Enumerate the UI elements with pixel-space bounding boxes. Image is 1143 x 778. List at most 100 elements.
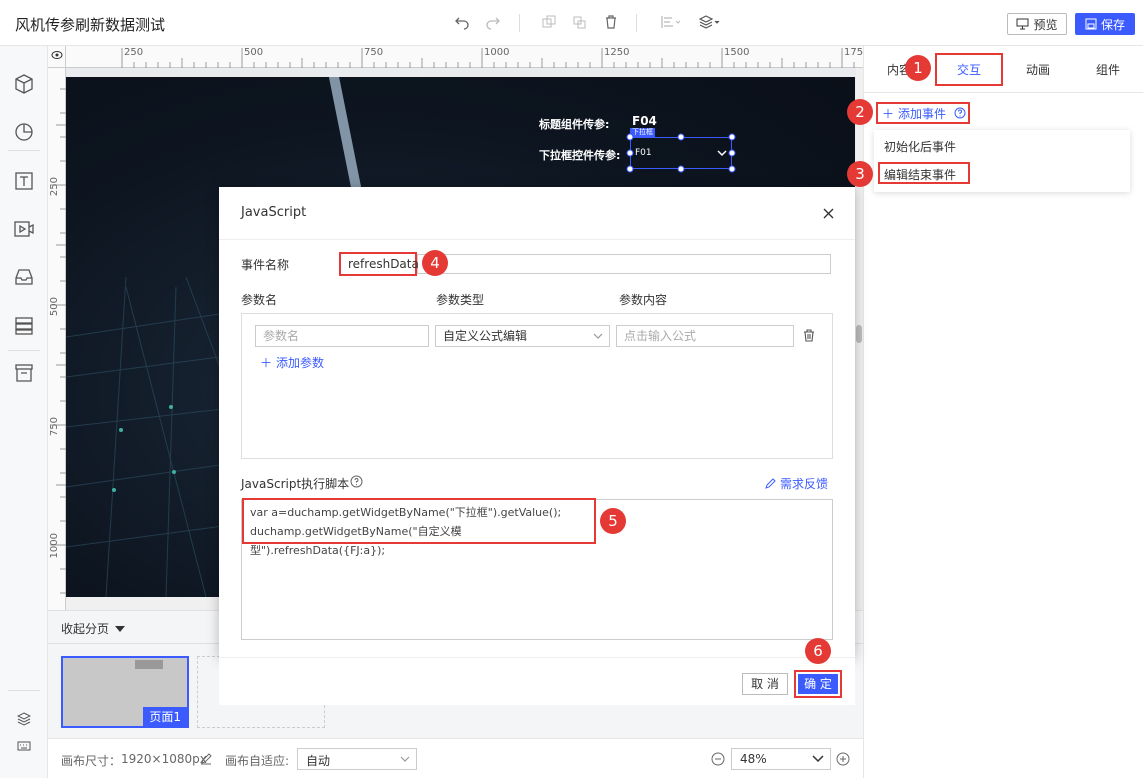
- tab-animation[interactable]: 动画: [1003, 46, 1073, 92]
- col-param-content: 参数内容: [619, 293, 668, 307]
- event-name-label: 事件名称: [241, 258, 290, 272]
- add-param-button[interactable]: ＋ 添加参数: [260, 354, 324, 371]
- zoom-in-icon[interactable]: [836, 752, 850, 766]
- redo-icon[interactable]: [484, 14, 502, 32]
- toolbar-divider: [636, 14, 637, 32]
- keyboard-icon[interactable]: [17, 740, 31, 752]
- sidebar-divider: [8, 690, 40, 691]
- server-icon[interactable]: [13, 315, 35, 337]
- chevron-down-icon: [593, 333, 603, 339]
- tab-component[interactable]: 组件: [1073, 46, 1143, 92]
- event-name-field[interactable]: [417, 254, 831, 274]
- tab-interaction[interactable]: 交互: [935, 53, 1003, 86]
- paste-icon[interactable]: [570, 14, 588, 32]
- layers-stack-icon[interactable]: [698, 14, 722, 32]
- save-button[interactable]: 保存: [1075, 13, 1135, 35]
- feedback-label: 需求反馈: [780, 477, 829, 491]
- script-code[interactable]: var a=duchamp.getWidgetByName("下拉框").get…: [242, 498, 596, 557]
- monitor-icon: [1016, 18, 1029, 30]
- ruler-tick-label: 1000: [49, 533, 60, 559]
- copy-icon[interactable]: [540, 14, 558, 32]
- title-param-value[interactable]: F04: [632, 114, 657, 128]
- callout-badge: 5: [600, 508, 626, 534]
- zoom-select[interactable]: 48%: [731, 748, 831, 770]
- callout-badge: 4: [422, 250, 448, 276]
- eye-icon[interactable]: [51, 50, 63, 60]
- cancel-button[interactable]: 取 消: [742, 673, 788, 695]
- page-thumbnail-1[interactable]: 页面1: [61, 656, 189, 728]
- canvas-size-label: 画布尺寸：: [61, 754, 122, 768]
- param-content-input[interactable]: 点击输入公式: [616, 325, 794, 347]
- param-type-select[interactable]: 自定义公式编辑: [435, 325, 610, 347]
- param-type-value: 自定义公式编辑: [443, 329, 528, 343]
- edit-icon[interactable]: [200, 753, 212, 765]
- delete-icon[interactable]: [602, 14, 620, 32]
- confirm-button[interactable]: 确 定: [798, 674, 838, 694]
- selection-handles[interactable]: [624, 131, 738, 175]
- undo-icon[interactable]: [453, 14, 471, 32]
- ruler-tick-label: 1250: [604, 47, 630, 58]
- align-icon[interactable]: [659, 14, 683, 32]
- confirm-label: 确 定: [804, 677, 832, 691]
- menu-item-init-event[interactable]: 初始化后事件: [884, 138, 956, 155]
- canvas-size-value: 1920×1080px: [121, 752, 207, 766]
- add-event-button[interactable]: ＋ 添加事件: [876, 102, 970, 124]
- plus-icon: ＋: [882, 106, 895, 121]
- feedback-link[interactable]: 需求反馈: [765, 475, 828, 492]
- video-icon[interactable]: [13, 218, 35, 240]
- menu-item-edit-end-event[interactable]: 编辑结束事件: [878, 162, 970, 184]
- inbox-icon[interactable]: [13, 266, 35, 288]
- col-param-type: 参数类型: [436, 293, 485, 307]
- left-sidebar: [0, 46, 48, 778]
- collapse-pages-toggle[interactable]: 收起分页: [61, 620, 126, 637]
- top-toolbar: 风机传参刷新数据测试 预览 保存: [0, 0, 1143, 46]
- thumbnail-preview-block: [135, 660, 163, 669]
- ruler-tick-label: 750: [49, 417, 60, 437]
- cube-icon[interactable]: [13, 73, 35, 95]
- text-icon[interactable]: [13, 170, 35, 192]
- plus-icon: ＋: [260, 356, 273, 370]
- script-line: var a=duchamp.getWidgetByName("下拉框").get…: [250, 506, 562, 519]
- event-menu: 初始化后事件 编辑结束事件: [874, 130, 1130, 192]
- menu-item-label: 编辑结束事件: [884, 168, 957, 182]
- save-icon: [1085, 18, 1097, 30]
- ruler-tick-label: 250: [49, 177, 60, 197]
- ruler-tick-label: 500: [244, 47, 264, 58]
- layers-icon[interactable]: [16, 712, 32, 726]
- ruler-tick-label: 1000: [484, 47, 510, 58]
- preview-button[interactable]: 预览: [1007, 13, 1067, 35]
- trash-icon[interactable]: [803, 329, 815, 342]
- col-param-name: 参数名: [241, 293, 278, 307]
- help-icon: [954, 107, 966, 119]
- callout-badge: 3: [847, 161, 873, 187]
- pie-chart-icon[interactable]: [13, 121, 35, 143]
- param-name-input[interactable]: 参数名: [255, 325, 429, 347]
- ruler-tick-label: 500: [49, 297, 60, 317]
- ruler-tick-label: 175: [844, 47, 864, 58]
- confirm-button-highlight[interactable]: 确 定: [794, 670, 842, 698]
- archive-icon[interactable]: [13, 362, 35, 384]
- event-name-input[interactable]: refreshData: [339, 252, 419, 276]
- right-panel: 内容 交互 动画 组件 ＋ 添加事件 初始化后事件 编辑结束事件: [863, 46, 1143, 778]
- add-param-label: 添加参数: [276, 356, 325, 370]
- script-line: duchamp.getWidgetByName("自定义模型").refresh…: [250, 525, 462, 557]
- collapse-pages-label: 收起分页: [61, 622, 110, 636]
- zoom-out-icon[interactable]: [711, 752, 725, 766]
- scrollbar-thumb[interactable]: [856, 325, 862, 343]
- status-bar: 画布尺寸： 1920×1080px 画布自适应: 自动 48%: [48, 738, 863, 778]
- chevron-down-icon: [812, 755, 824, 763]
- dropdown-param-label: 下拉框控件传参:: [539, 149, 621, 162]
- dialog-header-divider: [219, 239, 855, 240]
- close-icon[interactable]: [823, 208, 834, 219]
- ruler-tick-label: 1500: [724, 47, 750, 58]
- sidebar-divider: [8, 350, 40, 351]
- script-label: JavaScript执行脚本: [241, 477, 350, 491]
- event-name-value: refreshData: [348, 257, 419, 271]
- edit-icon: [765, 478, 776, 489]
- fit-select[interactable]: 自动: [297, 748, 417, 770]
- cancel-label: 取 消: [751, 677, 779, 691]
- help-icon[interactable]: [350, 475, 363, 488]
- tab-label: 交互: [956, 63, 981, 77]
- sidebar-divider: [8, 150, 40, 151]
- tabs-divider: [864, 92, 1143, 93]
